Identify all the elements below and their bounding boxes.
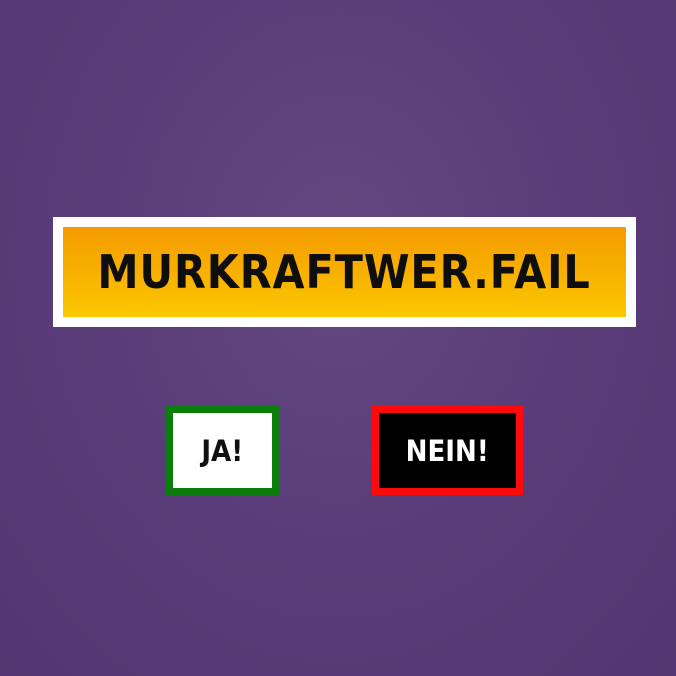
page-title: MURKRAFTWER.FAIL: [97, 245, 592, 299]
yes-button[interactable]: JA!: [166, 406, 279, 495]
title-banner-inner: MURKRAFTWER.FAIL: [63, 227, 626, 317]
no-button-label: NEIN!: [405, 433, 490, 468]
yes-button-label: JA!: [201, 433, 244, 468]
no-button[interactable]: NEIN!: [372, 406, 523, 495]
title-banner: MURKRAFTWER.FAIL: [53, 217, 636, 327]
